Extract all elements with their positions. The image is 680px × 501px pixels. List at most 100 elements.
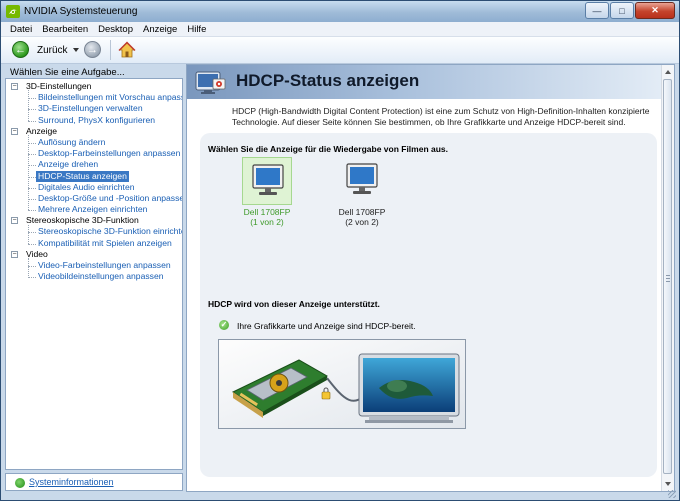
tree-connector [28, 120, 36, 122]
tree-task-link[interactable]: Video-Farbeinstellungen anpassen [38, 260, 171, 271]
app-window: NVIDIA Systemsteuerung — □ ✕ Datei Bearb… [0, 0, 680, 501]
window-controls: — □ ✕ [584, 2, 675, 20]
tree-connector [28, 243, 36, 245]
tree-category-label[interactable]: Video [26, 249, 48, 260]
tree-connector [28, 266, 36, 267]
grip-line [666, 281, 670, 282]
maximize-button[interactable]: □ [610, 2, 634, 19]
toolbar: ← Zurück → [1, 37, 679, 64]
task-pane-label: Wählen Sie eine Aufgabe... [10, 67, 125, 78]
tree-task-link[interactable]: Bildeinstellungen mit Vorschau anpassen [38, 92, 182, 103]
vertical-scrollbar[interactable] [661, 65, 674, 491]
tree-task-item[interactable]: Video-Farbeinstellungen anpassen [6, 260, 182, 271]
tree-task-item[interactable]: Desktop-Farbeinstellungen anpassen [6, 148, 182, 159]
collapse-toggle-icon[interactable]: − [11, 217, 18, 225]
tree-connector [28, 135, 29, 211]
back-button[interactable]: ← [12, 41, 29, 58]
tree-task-link[interactable]: Digitales Audio einrichten [38, 182, 135, 193]
close-icon: ✕ [651, 5, 659, 15]
tree-task-item[interactable]: Desktop-Größe und -Position anpassen [6, 193, 182, 204]
tree-task-link[interactable]: Kompatibilität mit Spielen anzeigen [38, 238, 172, 249]
forward-button[interactable]: → [84, 41, 101, 58]
tree-task-item[interactable]: Videobildeinstellungen anpassen [6, 271, 182, 282]
tree-task-item[interactable]: 3D-Einstellungen verwalten [6, 103, 182, 114]
monitor-option-1[interactable] [242, 157, 292, 205]
task-tree-pane: − 3D-Einstellungen Bildeinstellungen mit V… [5, 78, 183, 470]
window-title: NVIDIA Systemsteuerung [24, 6, 138, 17]
nvidia-logo-icon [6, 5, 20, 18]
page-title: HDCP-Status anzeigen [236, 71, 420, 90]
monitor-1-name: Dell 1708FP [243, 207, 291, 217]
hdcp-illustration [218, 339, 466, 429]
home-icon[interactable] [118, 41, 136, 59]
tree-task-link[interactable]: Videobildeinstellungen anpassen [38, 271, 164, 282]
arrow-right-icon: → [87, 43, 98, 56]
scroll-up-icon[interactable] [665, 70, 671, 74]
tree-category[interactable]: − 3D-Einstellungen [6, 81, 182, 92]
tree-task-item[interactable]: Auflösung ändern [6, 137, 182, 148]
resize-grip[interactable] [668, 490, 676, 498]
tree-task-link[interactable]: Mehrere Anzeigen einrichten [38, 204, 147, 215]
hdcp-display-icon [195, 71, 226, 94]
tree-category[interactable]: − Video [6, 249, 182, 260]
page-header: HDCP-Status anzeigen [187, 65, 662, 99]
tree-task-item[interactable]: Mehrere Anzeigen einrichten [6, 204, 182, 215]
collapse-toggle-icon[interactable]: − [11, 250, 18, 258]
tree-task-item[interactable]: HDCP-Status anzeigen [6, 170, 182, 182]
monitor-option-2[interactable] [337, 157, 387, 205]
tree-task-item[interactable]: Stereoskopische 3D-Funktion einrichten [6, 226, 182, 237]
content-pane: HDCP-Status anzeigen HDCP (High-Bandwidt… [186, 64, 675, 492]
monitor-1-index: (1 von 2) [250, 217, 284, 227]
monitor-icon [346, 163, 378, 194]
tree-task-item[interactable]: Digitales Audio einrichten [6, 182, 182, 193]
tree-category-label[interactable]: Stereoskopische 3D-Funktion [26, 215, 139, 226]
menu-bearbeiten[interactable]: Bearbeiten [37, 24, 93, 35]
menu-desktop[interactable]: Desktop [93, 24, 138, 35]
page-description: HDCP (High-Bandwidth Digital Content Pro… [232, 106, 650, 127]
close-button[interactable]: ✕ [635, 2, 675, 19]
tree-connector [28, 187, 36, 189]
title-bar[interactable]: NVIDIA Systemsteuerung — □ ✕ [1, 1, 679, 22]
back-history-dropdown-icon[interactable] [73, 48, 79, 52]
tree-task-link[interactable]: Desktop-Größe und -Position anpassen [38, 193, 182, 204]
menu-datei[interactable]: Datei [5, 24, 37, 35]
minimize-icon: — [592, 5, 602, 16]
tree-connector [28, 210, 36, 212]
tree-category-label[interactable]: Anzeige [26, 126, 57, 137]
tree-task-item[interactable]: Kompatibilität mit Spielen anzeigen [6, 238, 182, 249]
tree-task-link[interactable]: HDCP-Status anzeigen [36, 170, 129, 182]
tree-connector [28, 258, 29, 278]
tree-category-label[interactable]: 3D-Einstellungen [26, 81, 91, 92]
tree-task-link[interactable]: 3D-Einstellungen verwalten [38, 103, 143, 114]
hdcp-status-text: Ihre Grafikkarte und Anzeige sind HDCP-b… [237, 321, 416, 331]
toolbar-divider [110, 40, 111, 60]
collapse-toggle-icon[interactable]: − [11, 83, 18, 90]
minimize-button[interactable]: — [585, 2, 609, 19]
arrow-left-icon: ← [15, 43, 26, 56]
grip-line [666, 278, 670, 279]
monitor-icon [252, 164, 284, 195]
tree-task-link[interactable]: Surround, PhysX konfigurieren [38, 115, 155, 126]
tree-task-link[interactable]: Stereoskopische 3D-Funktion einrichten [38, 226, 182, 237]
tree-task-item[interactable]: Bildeinstellungen mit Vorschau anpassen [6, 92, 182, 103]
tree-connector [28, 109, 36, 111]
menu-anzeige[interactable]: Anzeige [138, 24, 182, 35]
collapse-toggle-icon[interactable]: − [11, 127, 18, 135]
tree-connector [28, 277, 36, 279]
scrollbar-thumb[interactable] [663, 79, 672, 474]
tree-task-item[interactable]: Surround, PhysX konfigurieren [6, 115, 182, 126]
tree-category[interactable]: − Anzeige [6, 126, 182, 137]
tree-category[interactable]: − Stereoskopische 3D-Funktion [6, 215, 182, 226]
tree-task-link[interactable]: Auflösung ändern [38, 137, 105, 148]
tree-connector [28, 90, 29, 121]
tree-task-item[interactable]: Anzeige drehen [6, 159, 182, 170]
tree-connector [28, 232, 36, 234]
menu-hilfe[interactable]: Hilfe [182, 24, 211, 35]
sysinfo-link[interactable]: Systeminformationen [29, 477, 114, 487]
tree-task-link[interactable]: Desktop-Farbeinstellungen anpassen [38, 148, 180, 159]
sysinfo-bar: Systeminformationen [5, 473, 183, 491]
tree-connector [28, 224, 29, 244]
back-label[interactable]: Zurück [37, 45, 68, 56]
tree-task-link[interactable]: Anzeige drehen [38, 159, 98, 170]
scroll-down-icon[interactable] [665, 482, 671, 486]
